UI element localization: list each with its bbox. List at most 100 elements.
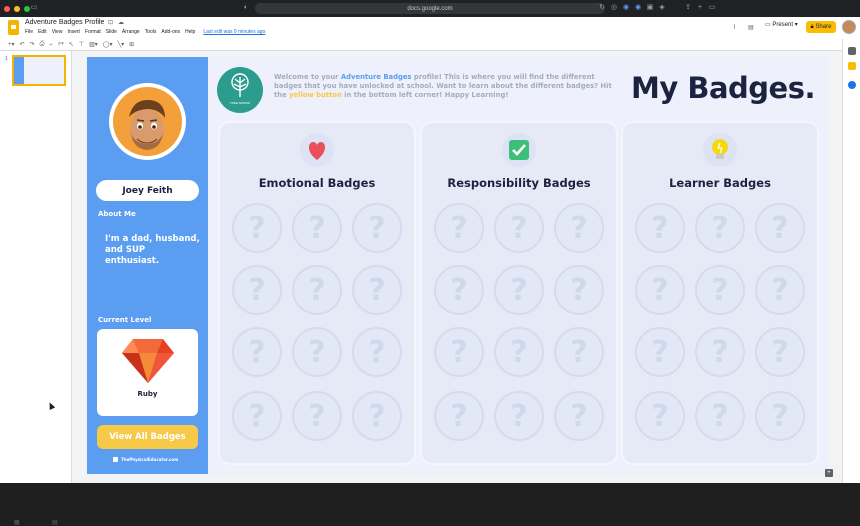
locked-badge-slot: ?: [434, 265, 484, 315]
locked-badge-slot: ?: [232, 327, 282, 377]
locked-badge-slot: ?: [292, 203, 342, 253]
locked-badge-slot: ?: [554, 203, 604, 253]
slides-logo-icon[interactable]: [8, 20, 19, 35]
new-slide-icon[interactable]: +▾: [8, 41, 15, 48]
menu-file[interactable]: File: [25, 29, 33, 35]
comments-icon[interactable]: ▤: [748, 24, 754, 31]
locked-badge-slot: ?: [352, 203, 402, 253]
share-icon[interactable]: ⇪: [684, 4, 692, 12]
locked-badge-slot: ?: [635, 327, 685, 377]
account-avatar[interactable]: [842, 20, 856, 34]
column-title: Responsibility Badges: [447, 176, 591, 190]
menu-tools[interactable]: Tools: [145, 29, 157, 35]
last-edit-link[interactable]: Last edit was 9 minutes ago: [203, 29, 265, 35]
menu-help[interactable]: Help: [185, 29, 195, 35]
menu-format[interactable]: Format: [85, 29, 101, 35]
shape-icon[interactable]: ◯▾: [103, 41, 113, 48]
minimize-window-button[interactable]: [14, 5, 20, 12]
welcome-button-word: yellow button: [289, 91, 342, 99]
image-icon[interactable]: ▨▾: [89, 41, 98, 48]
school-logo: TREE SPRING: [217, 67, 263, 113]
tabs-icon[interactable]: ▭: [708, 4, 716, 12]
locked-badge-slot: ?: [695, 265, 745, 315]
select-icon[interactable]: ↖: [69, 41, 74, 48]
locked-badge-slot: ?: [554, 391, 604, 441]
present-button[interactable]: ▭ Present ▾: [765, 21, 798, 28]
menubar: File Edit View Insert Format Slide Arran…: [25, 29, 265, 35]
browser-window: ▭ ◐ docs.google.com ↻ ◎ ◉ ◉ ▣ ◈ ⇪ + ▭ Ad…: [0, 0, 860, 526]
locked-badge-slot: ?: [635, 265, 685, 315]
checkmark-icon: [502, 133, 536, 167]
menu-slide[interactable]: Slide: [106, 29, 117, 35]
slide-filmstrip: 1 ▦ ▤: [0, 51, 72, 526]
new-tab-icon[interactable]: +: [696, 4, 704, 12]
share-button[interactable]: 🔒︎ Share: [806, 21, 836, 33]
reload-icon[interactable]: ↻: [598, 4, 606, 12]
menu-insert[interactable]: Insert: [67, 29, 80, 35]
locked-badge-slot: ?: [494, 265, 544, 315]
comment-icon[interactable]: ⊞: [129, 41, 134, 48]
extension-icon[interactable]: ◉: [634, 4, 642, 12]
locked-badge-slot: ?: [292, 327, 342, 377]
locked-badge-slot: ?: [635, 391, 685, 441]
browser-chrome: ▭ ◐ docs.google.com ↻ ◎ ◉ ◉ ▣ ◈ ⇪ + ▭: [0, 0, 860, 17]
extension-icon[interactable]: ◈: [658, 4, 666, 12]
speaker-notes-toggle-icon[interactable]: +: [825, 469, 833, 477]
locked-badge-slot: ?: [695, 327, 745, 377]
close-window-button[interactable]: [4, 5, 10, 12]
document-title[interactable]: Adventure Badges Profile: [25, 19, 104, 26]
menu-view[interactable]: View: [52, 29, 63, 35]
activity-icon[interactable]: ⌇: [733, 24, 736, 31]
keep-icon[interactable]: [848, 62, 856, 70]
locked-badge-slot: ?: [352, 391, 402, 441]
move-folder-icon[interactable]: ⊡: [108, 19, 113, 26]
locked-badge-slot: ?: [292, 265, 342, 315]
extension-icon[interactable]: ▣: [646, 4, 654, 12]
cloud-status-icon[interactable]: ☁: [118, 19, 124, 26]
profile-sidebar: Joey Feith About Me I'm a dad, husband, …: [87, 57, 208, 474]
locked-badge-slot: ?: [554, 265, 604, 315]
locked-badge-slot: ?: [695, 391, 745, 441]
redo-icon[interactable]: ↷: [30, 41, 35, 48]
slide-number: 1: [5, 56, 8, 62]
welcome-part: in the bottom left corner! Happy Learnin…: [341, 91, 509, 99]
locked-badge-slot: ?: [232, 203, 282, 253]
locked-badge-slot: ?: [434, 391, 484, 441]
star-icon[interactable]: ☆: [98, 19, 103, 26]
calendar-icon[interactable]: [848, 47, 856, 55]
docs-header: Adventure Badges Profile ☆ ⊡ ☁ File Edit…: [0, 17, 860, 39]
extension-icon[interactable]: ◉: [622, 4, 630, 12]
grid-view-icon[interactable]: ▦: [14, 519, 20, 526]
about-me-label: About Me: [98, 210, 136, 218]
locked-badge-slot: ?: [755, 203, 805, 253]
menu-addons[interactable]: Add-ons: [161, 29, 180, 35]
slide-thumbnail[interactable]: [12, 55, 66, 86]
shield-icon[interactable]: ◐: [242, 4, 250, 12]
present-label: Present: [772, 22, 794, 28]
tree-icon: [231, 73, 249, 97]
filmstrip-view-icon[interactable]: ▤: [52, 519, 58, 526]
menu-arrange[interactable]: Arrange: [122, 29, 140, 35]
view-all-badges-button[interactable]: View All Badges: [97, 425, 198, 449]
print-icon[interactable]: ⎙: [40, 41, 45, 48]
locked-badge-slot: ?: [755, 391, 805, 441]
text-box-icon[interactable]: ⊤: [79, 41, 84, 48]
undo-icon[interactable]: ↶: [20, 41, 25, 48]
profile-name: Joey Feith: [96, 180, 199, 201]
tasks-icon[interactable]: [848, 81, 856, 89]
locked-badge-slot: ?: [755, 327, 805, 377]
address-bar[interactable]: docs.google.com: [255, 3, 605, 14]
locked-badge-slot: ?: [232, 265, 282, 315]
profile-photo: [109, 83, 186, 160]
extension-icon[interactable]: ◎: [610, 4, 618, 12]
sidebar-toggle-icon[interactable]: ▭: [30, 4, 38, 12]
ruby-gem-icon: [122, 339, 174, 383]
locked-badge-slot: ?: [352, 327, 402, 377]
page-title: My Badges.: [631, 71, 816, 105]
line-icon[interactable]: ╲▾: [117, 41, 124, 48]
url-text: docs.google.com: [407, 5, 453, 12]
menu-edit[interactable]: Edit: [38, 29, 47, 35]
zoom-icon[interactable]: ⌕▾: [58, 41, 64, 48]
locked-badge-slot: ?: [494, 391, 544, 441]
paint-format-icon[interactable]: ⌐: [49, 42, 53, 48]
